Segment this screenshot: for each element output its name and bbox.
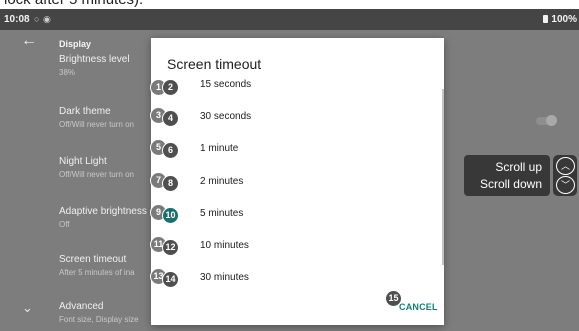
option-5-minutes[interactable]: 9 10 5 minutes <box>151 204 435 226</box>
option-1-minute[interactable]: 5 6 1 minute <box>151 139 435 161</box>
notification-dot-icon: ○ <box>34 14 40 24</box>
option-label: 2 minutes <box>200 176 244 187</box>
setting-adaptive-brightness[interactable]: Adaptive brightness Off <box>59 206 147 229</box>
setting-screen-timeout[interactable]: Screen timeout After 5 minutes of ina <box>59 254 135 277</box>
status-time: 10:08 <box>4 14 30 25</box>
setting-title: Night Light <box>59 156 107 167</box>
option-label: 15 seconds <box>200 79 252 90</box>
setting-title: Dark theme <box>59 106 111 117</box>
battery-icon <box>543 15 549 23</box>
chevron-down-icon[interactable]: ⌄ <box>22 300 33 316</box>
setting-subtitle: Off <box>59 220 70 229</box>
caption-strip: lock after 5 minutes). <box>0 0 579 8</box>
dialog-title: Screen timeout <box>167 56 262 72</box>
setting-subtitle: Font size, Display size <box>59 315 139 324</box>
setting-dark-theme[interactable]: Dark theme Off/Will never turn on <box>59 106 134 129</box>
marker-badge: 14 <box>163 272 178 287</box>
caption-text: lock after 5 minutes). <box>4 0 143 8</box>
setting-brightness-level[interactable]: Brightness level 38% <box>59 54 130 77</box>
scroll-control-arrows: ︿ ﹀ <box>553 155 577 196</box>
setting-subtitle: 38% <box>59 68 76 77</box>
option-label: 10 minutes <box>200 240 249 251</box>
setting-title: Brightness level <box>59 54 130 65</box>
page-title: Display <box>59 39 92 49</box>
marker-badge: 6 <box>163 143 178 158</box>
setting-subtitle: After 5 minutes of ina <box>59 268 135 277</box>
option-15-seconds[interactable]: 1 2 15 seconds <box>151 79 435 101</box>
marker-badge: 4 <box>163 111 178 126</box>
dialog-scrollbar[interactable] <box>442 89 444 265</box>
chevron-up-icon[interactable]: ︿ <box>556 157 575 175</box>
battery-percent: 100% <box>551 14 577 25</box>
marker-badge: 2 <box>163 80 178 95</box>
marker-badge: 8 <box>163 176 178 191</box>
option-30-minutes[interactable]: 13 14 30 minutes <box>151 268 435 290</box>
scroll-control-labels: Scroll up Scroll down <box>464 155 550 196</box>
setting-title: Screen timeout <box>59 254 127 265</box>
option-label: 1 minute <box>200 143 239 154</box>
marker-badge: 12 <box>163 240 178 255</box>
chevron-down-icon[interactable]: ﹀ <box>556 176 575 194</box>
scroll-up-label[interactable]: Scroll up <box>495 160 542 174</box>
device-screen: 10:08 ○ ◉ 100% ← Display Brightness leve… <box>0 9 579 331</box>
setting-night-light[interactable]: Night Light Off/Will never turn on <box>59 156 134 179</box>
cancel-button[interactable]: CANCEL <box>399 302 438 312</box>
setting-title: Adaptive brightness <box>59 206 147 217</box>
scroll-down-label[interactable]: Scroll down <box>480 177 542 191</box>
option-10-minutes[interactable]: 11 12 10 minutes <box>151 236 435 258</box>
option-2-minutes[interactable]: 7 8 2 minutes <box>151 172 435 194</box>
marker-badge: 10 <box>163 208 178 223</box>
screen-timeout-dialog: Screen timeout 1 2 15 seconds 3 4 30 sec… <box>151 38 444 325</box>
toggle-thumb <box>546 115 557 126</box>
option-label: 5 minutes <box>200 208 244 219</box>
setting-subtitle: Off/Will never turn on <box>59 120 134 129</box>
setting-title: Advanced <box>59 301 104 312</box>
option-label: 30 seconds <box>200 111 252 122</box>
sync-icon: ◉ <box>43 14 51 24</box>
battery-indicator: 100% <box>543 14 577 25</box>
setting-advanced[interactable]: Advanced Font size, Display size <box>59 301 139 324</box>
option-label: 30 minutes <box>200 272 249 283</box>
back-arrow-icon[interactable]: ← <box>21 32 37 50</box>
dark-theme-toggle[interactable] <box>535 113 557 127</box>
option-30-seconds[interactable]: 3 4 30 seconds <box>151 107 435 129</box>
setting-subtitle: Off/Will never turn on <box>59 170 134 179</box>
status-bar: 10:08 ○ ◉ 100% <box>0 9 579 30</box>
